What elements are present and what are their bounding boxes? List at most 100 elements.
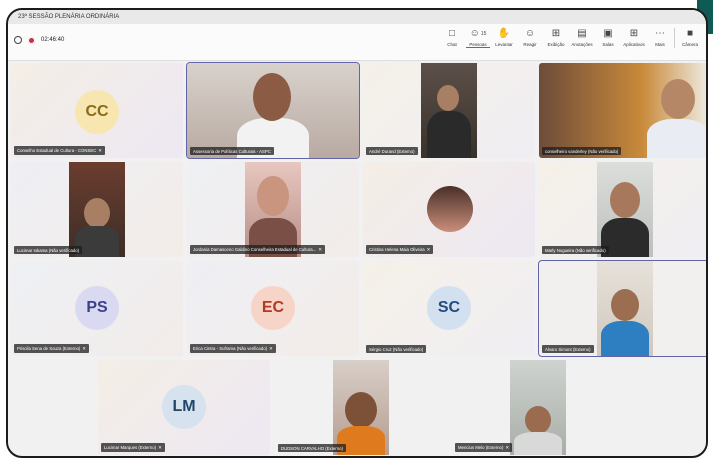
participant-video — [539, 63, 706, 158]
participant-tile[interactable]: DUDSON CARVALHO (Externo) — [275, 360, 447, 455]
participant-name-label: Conselho Estadual de Cultura - CONSEC ✕ — [14, 146, 106, 155]
participant-name-label: conselheiro vanderley (Não verificado) — [542, 147, 622, 155]
participant-head — [437, 85, 459, 111]
react-button[interactable]: ☺ Reagir — [518, 28, 542, 48]
raise-hand-button[interactable]: ✋ Levantar — [492, 28, 516, 48]
more-button[interactable]: ⋯ Mais — [648, 28, 672, 48]
chat-icon: □ — [448, 28, 456, 39]
meeting-timer: 02:46:40 — [41, 37, 65, 43]
avatar: PS — [75, 286, 119, 330]
recording-icon — [28, 36, 35, 44]
chat-button[interactable]: □ Chat — [440, 28, 464, 48]
people-count: 15 — [480, 31, 487, 37]
more-label: Mais — [655, 42, 665, 47]
participant-name-label: Alvaro Simont (Externo) — [542, 345, 594, 353]
mic-muted-icon: ✕ — [82, 345, 87, 351]
people-icon: ☺ 15 — [469, 28, 487, 39]
view-icon: ⊞ — [551, 28, 561, 39]
participant-video — [421, 63, 477, 158]
participant-figure — [647, 119, 706, 158]
avatar: SC — [427, 286, 471, 330]
participant-head — [610, 182, 640, 218]
react-label: Reagir — [523, 42, 537, 47]
participant-name-label: Assessoria de Políticas Culturais - ASPC — [190, 147, 274, 155]
mic-muted-icon: ✕ — [158, 444, 162, 450]
notes-icon: ▤ — [577, 28, 587, 39]
view-button[interactable]: ⊞ Exibição — [544, 28, 568, 48]
view-label: Exibição — [547, 42, 565, 47]
participant-name-label: Lucimar Marques (Externo) ✕ — [101, 443, 165, 452]
apps-button[interactable]: ⊞ Aplicativos — [622, 28, 646, 48]
shield-icon — [14, 36, 22, 44]
rooms-icon: ▣ — [603, 28, 613, 39]
participant-head — [611, 289, 639, 321]
more-icon: ⋯ — [655, 28, 665, 39]
participant-video — [69, 162, 125, 257]
participant-name-label: DUDSON CARVALHO (Externo) — [278, 444, 346, 452]
participant-tile[interactable]: Lucimar Iokama (Não verificado) — [11, 162, 183, 257]
participant-tile[interactable]: Jordania Damasceno Galdino Conselheira E… — [187, 162, 359, 257]
participant-name-label: Jordania Damasceno Galdino Conselheira E… — [190, 245, 326, 254]
meeting-toolbar: 02:46:40 □ Chat ☺ 15 Pessoas ✋ Levantar ☺ Rea… — [8, 24, 706, 61]
participant-head — [84, 198, 110, 228]
participant-tile[interactable]: LM Lucimar Marques (Externo) ✕ — [98, 360, 270, 455]
mic-muted-icon: ✕ — [98, 147, 103, 153]
participant-name-label: Mencius Melo (Externo) ✕ — [455, 443, 513, 452]
participant-tile[interactable]: PS Priscila Sena de Souza (Externo) ✕ — [11, 261, 183, 356]
participant-video — [187, 63, 359, 158]
notes-label: Anotações — [571, 42, 593, 47]
participant-figure — [514, 432, 562, 455]
raise-hand-icon: ✋ — [497, 28, 511, 39]
chat-label: Chat — [447, 42, 457, 47]
participant-tile[interactable]: Alvaro Simont (Externo) — [538, 260, 706, 357]
participant-video — [597, 162, 653, 257]
people-button[interactable]: ☺ 15 Pessoas — [466, 28, 490, 48]
people-label: Pessoas — [469, 42, 487, 47]
participant-tile[interactable]: Marly Nogueira (Não verificado) — [539, 162, 706, 257]
participant-tile[interactable]: Assessoria de Políticas Culturais - ASPC — [186, 62, 360, 159]
avatar: EC — [251, 286, 295, 330]
participant-head — [257, 176, 289, 216]
participant-tile[interactable]: conselheiro vanderley (Não verificado) — [539, 63, 706, 158]
window-title: 23ª SESSÃO PLENÁRIA ORDINÁRIA — [8, 10, 706, 24]
participant-video — [597, 261, 653, 356]
participant-tile[interactable]: Cristina Helena Maia Oliveira ✕ — [363, 162, 535, 257]
participant-figure — [601, 321, 649, 356]
mic-muted-icon: ✕ — [318, 246, 323, 252]
apps-icon: ⊞ — [629, 28, 639, 39]
react-icon: ☺ — [524, 28, 536, 39]
mic-muted-icon: ✕ — [426, 246, 431, 252]
video-grid: CC Conselho Estadual de Cultura - CONSEC… — [8, 60, 706, 456]
camera-label: Câmera — [681, 42, 698, 47]
participant-head — [253, 73, 291, 121]
participant-name-label: Cristina Helena Maia Oliveira ✕ — [366, 245, 434, 254]
rooms-label: Salas — [602, 42, 614, 47]
participant-video — [333, 360, 389, 455]
avatar: CC — [75, 90, 119, 134]
mic-muted-icon: ✕ — [269, 345, 273, 351]
participant-tile[interactable]: Mencius Melo (Externo) ✕ — [452, 360, 624, 455]
camera-button[interactable]: ■ Câmera — [674, 28, 702, 48]
participant-tile[interactable]: André Durand (Externo) — [363, 63, 535, 158]
avatar: LM — [162, 385, 206, 429]
participant-tile[interactable]: CC Conselho Estadual de Cultura - CONSEC… — [11, 63, 183, 158]
participant-name-label: Sérgio Cruz (Não verificado) — [366, 345, 427, 353]
participant-name-label: Lucimar Iokama (Não verificado) — [14, 246, 83, 254]
participant-tile[interactable]: SC Sérgio Cruz (Não verificado) — [363, 261, 535, 356]
notes-button[interactable]: ▤ Anotações — [570, 28, 594, 48]
toolbar-buttons: □ Chat ☺ 15 Pessoas ✋ Levantar ☺ Reagir ⊞ Exib… — [440, 28, 702, 48]
camera-icon: ■ — [686, 28, 694, 39]
participant-video — [245, 162, 301, 257]
participant-name-label: Marly Nogueira (Não verificado) — [542, 246, 609, 254]
mic-muted-icon: ✕ — [505, 444, 510, 450]
participant-name-label: André Durand (Externo) — [366, 147, 418, 155]
apps-label: Aplicativos — [623, 42, 645, 47]
avatar — [427, 186, 473, 232]
rooms-button[interactable]: ▣ Salas — [596, 28, 620, 48]
participant-name-label: Priscila Sena de Souza (Externo) ✕ — [14, 344, 90, 353]
participant-head — [345, 392, 377, 428]
status-area: 02:46:40 — [14, 36, 64, 44]
participant-tile[interactable]: EC Erica Cintra - Suframa (Não verificad… — [187, 261, 359, 356]
participant-head — [661, 79, 695, 119]
participant-video — [510, 360, 566, 455]
